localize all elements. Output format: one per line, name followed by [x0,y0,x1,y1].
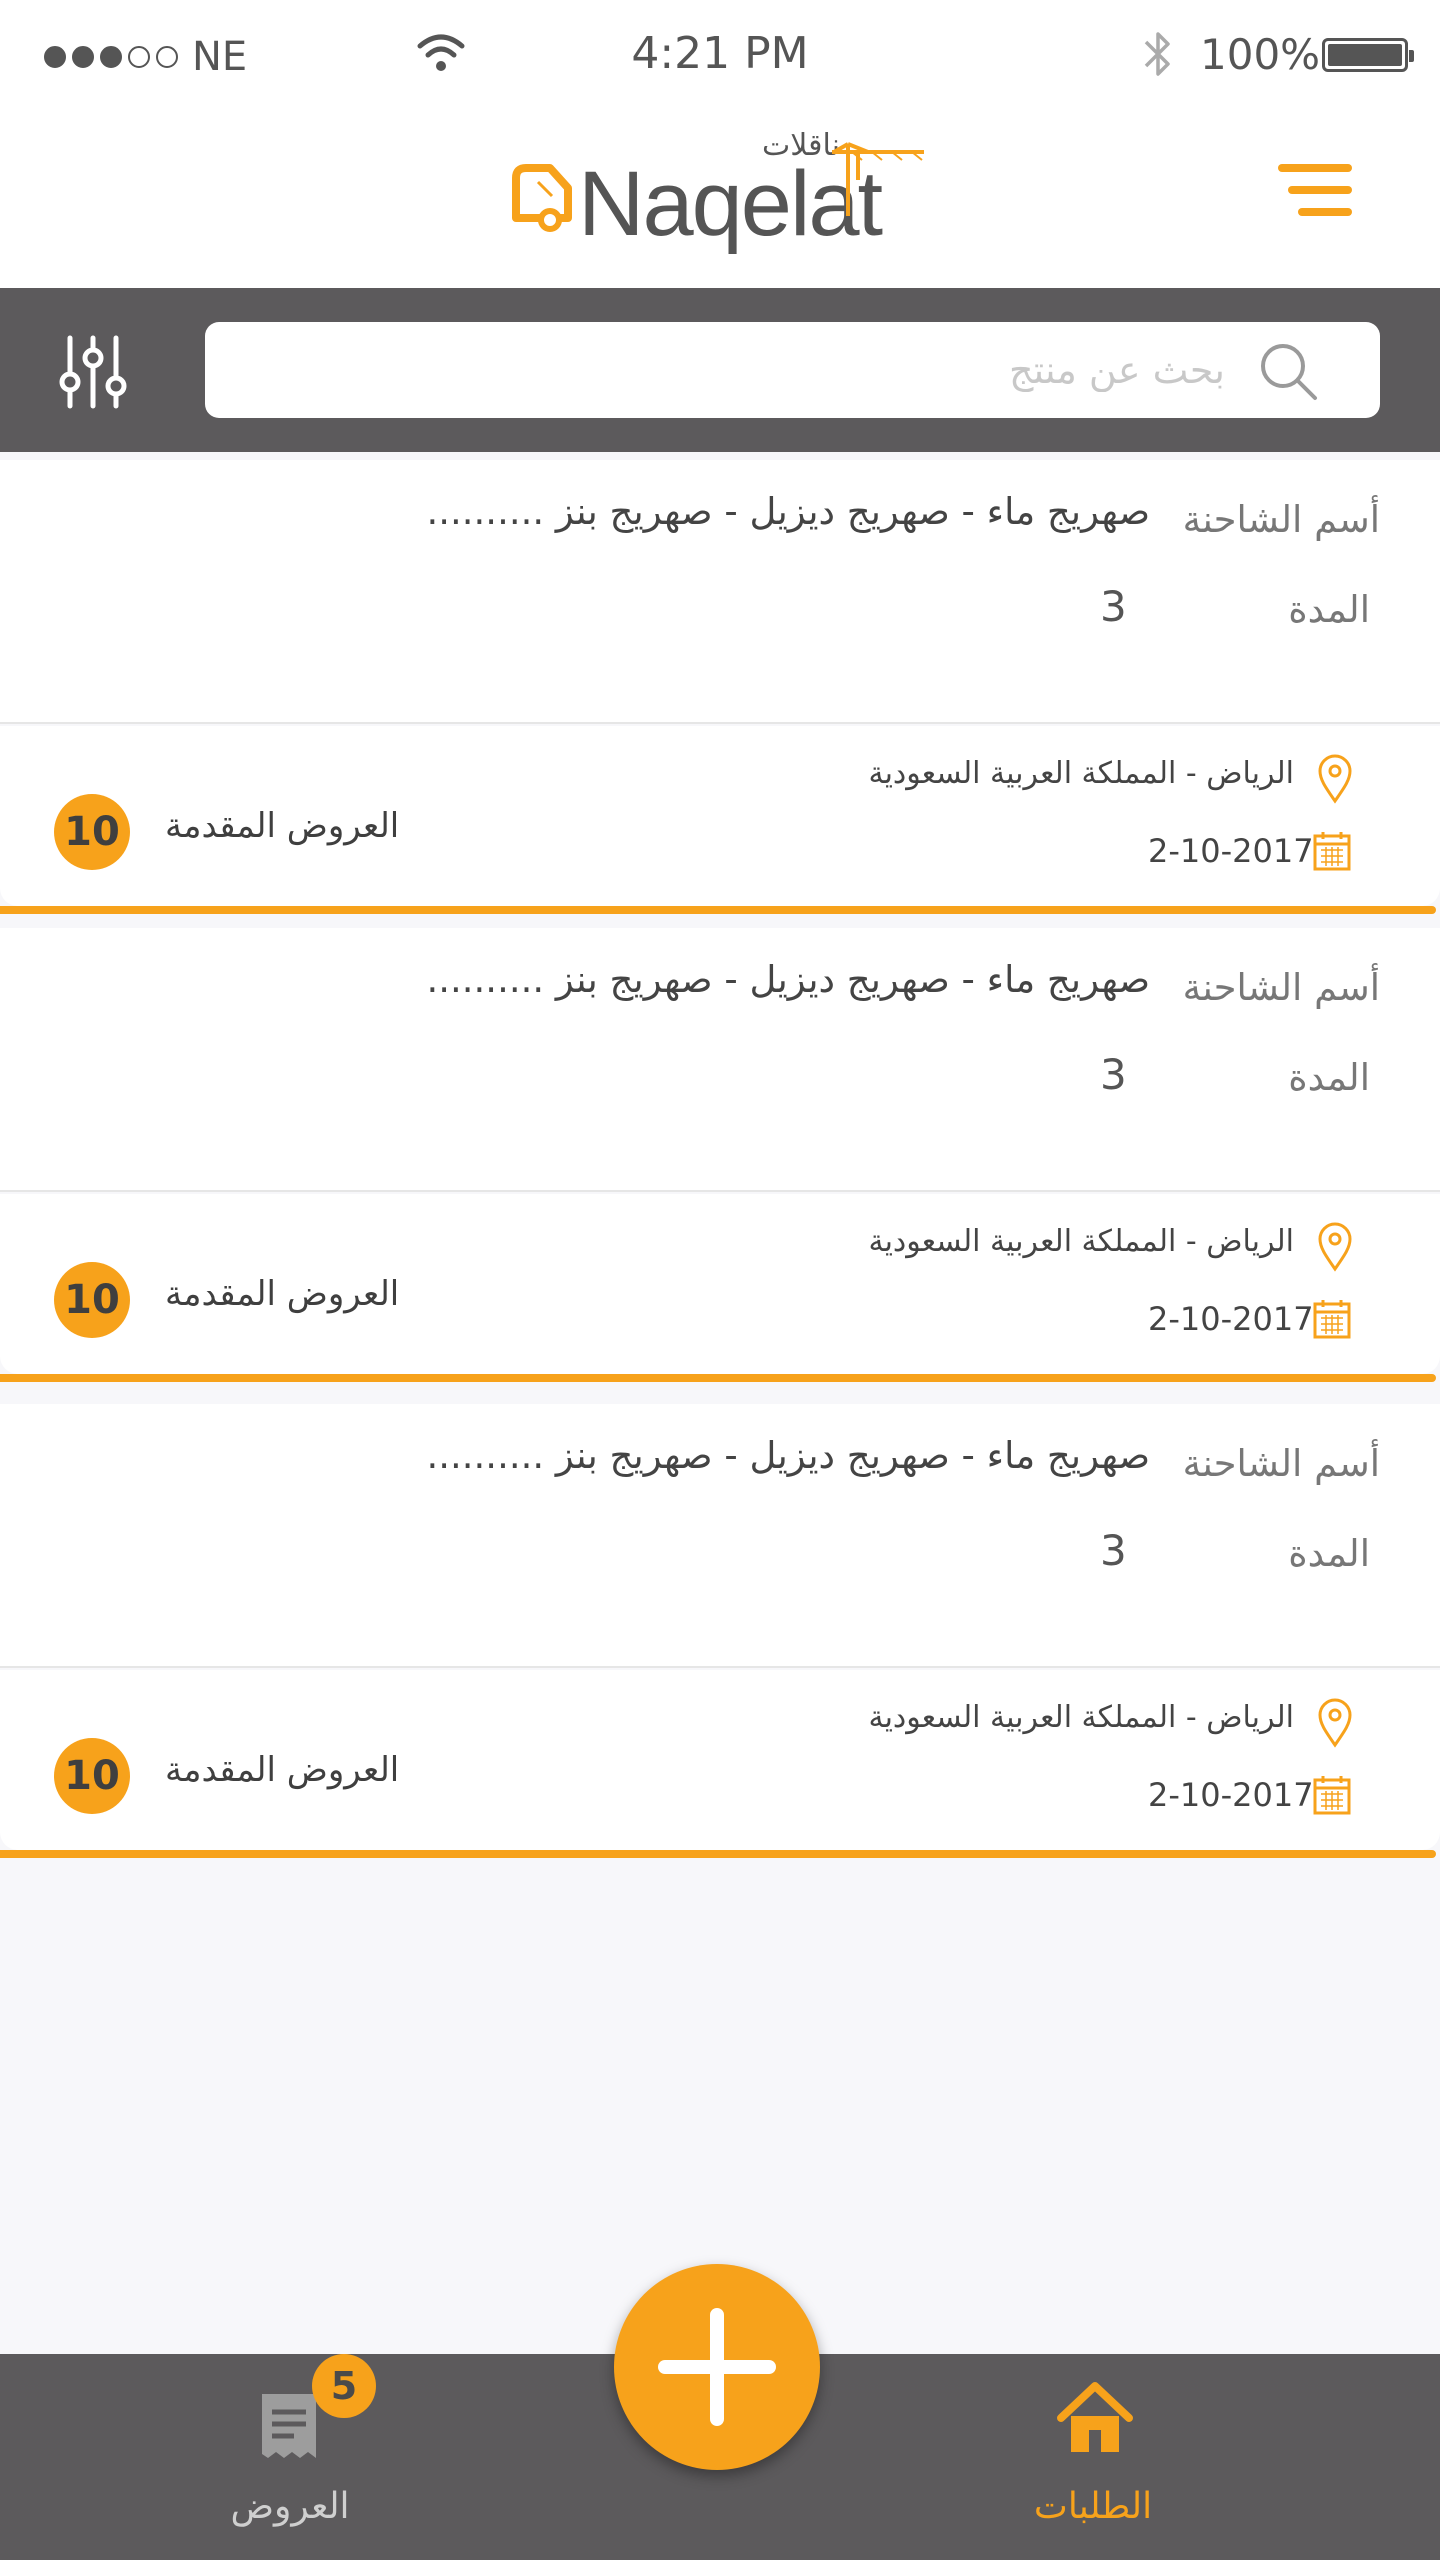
crane-icon [832,142,924,216]
duration-value: 3 [1100,1050,1127,1099]
status-bar: NE 4:21 PM 100% [0,0,1440,108]
location-text: الرياض - المملكة العربية السعودية [868,756,1295,791]
request-card[interactable]: أسم الشاحنة صهريج ماء - صهريج ديزيل - صه… [0,1404,1440,1858]
truck-logo-icon [512,164,572,232]
request-card[interactable]: أسم الشاحنة صهريج ماء - صهريج ديزيل - صه… [0,928,1440,1382]
search-icon[interactable] [1257,340,1319,402]
location-text: الرياض - المملكة العربية السعودية [868,1224,1295,1259]
card-details: أسم الشاحنة صهريج ماء - صهريج ديزيل - صه… [0,928,1440,1192]
duration-value: 3 [1100,582,1127,631]
calendar-icon [1313,1776,1351,1815]
offers-label: العروض المقدمة [165,1274,400,1314]
truck-name-value: صهريج ماء - صهريج ديزيل - صهريج بنز ....… [426,1434,1151,1477]
truck-name-label: أسم الشاحنة [1182,1442,1380,1485]
nav-requests[interactable]: الطلبات [943,2354,1243,2560]
location-text: الرياض - المملكة العربية السعودية [868,1700,1295,1735]
location-pin-icon [1318,1222,1352,1272]
truck-name-label: أسم الشاحنة [1182,498,1380,541]
menu-icon [1278,164,1352,172]
offers-count-badge[interactable]: 10 [54,1262,130,1338]
search-bar [0,288,1440,452]
calendar-icon [1313,1300,1351,1339]
nav-offers-label: العروض [230,2486,350,2527]
truck-name-label: أسم الشاحنة [1182,966,1380,1009]
calendar-icon [1313,832,1351,871]
battery-icon [1322,38,1414,72]
search-box [205,322,1380,418]
card-accent-line [0,1850,1436,1858]
app-header: Naqelat ناقلات [0,108,1440,288]
offers-label: العروض المقدمة [165,1750,400,1790]
bluetooth-icon [1144,32,1170,76]
receipt-icon [262,2394,316,2458]
duration-value: 3 [1100,1526,1127,1575]
card-details: أسم الشاحنة صهريج ماء - صهريج ديزيل - صه… [0,460,1440,724]
add-request-button[interactable] [614,2264,820,2470]
offers-notification-badge: 5 [312,2354,376,2418]
nav-offers[interactable]: 5 العروض [140,2354,440,2560]
offers-count-badge[interactable]: 10 [54,1738,130,1814]
truck-name-value: صهريج ماء - صهريج ديزيل - صهريج بنز ....… [426,958,1151,1001]
app-logo: Naqelat ناقلات [510,122,930,255]
battery-percentage: 100% [1200,30,1321,79]
truck-name-value: صهريج ماء - صهريج ديزيل - صهريج بنز ....… [426,490,1151,533]
plus-icon [658,2308,776,2426]
card-accent-line [0,906,1436,914]
offers-count-badge[interactable]: 10 [54,794,130,870]
sliders-icon [59,335,127,409]
filter-button[interactable] [58,334,128,410]
date-text: 2-10-2017 [1148,1300,1314,1338]
card-details: أسم الشاحنة صهريج ماء - صهريج ديزيل - صه… [0,1404,1440,1668]
search-input[interactable] [225,322,1225,418]
location-pin-icon [1318,754,1352,804]
date-text: 2-10-2017 [1148,832,1314,870]
menu-button[interactable] [1272,160,1352,220]
card-accent-line [0,1374,1436,1382]
request-card[interactable]: أسم الشاحنة صهريج ماء - صهريج ديزيل - صه… [0,460,1440,914]
nav-requests-label: الطلبات [1033,2486,1153,2527]
date-text: 2-10-2017 [1148,1776,1314,1814]
duration-label: المدة [1288,1532,1370,1575]
duration-label: المدة [1288,588,1370,631]
duration-label: المدة [1288,1056,1370,1099]
offers-label: العروض المقدمة [165,806,400,846]
home-icon [1057,2382,1133,2452]
location-pin-icon [1318,1698,1352,1748]
